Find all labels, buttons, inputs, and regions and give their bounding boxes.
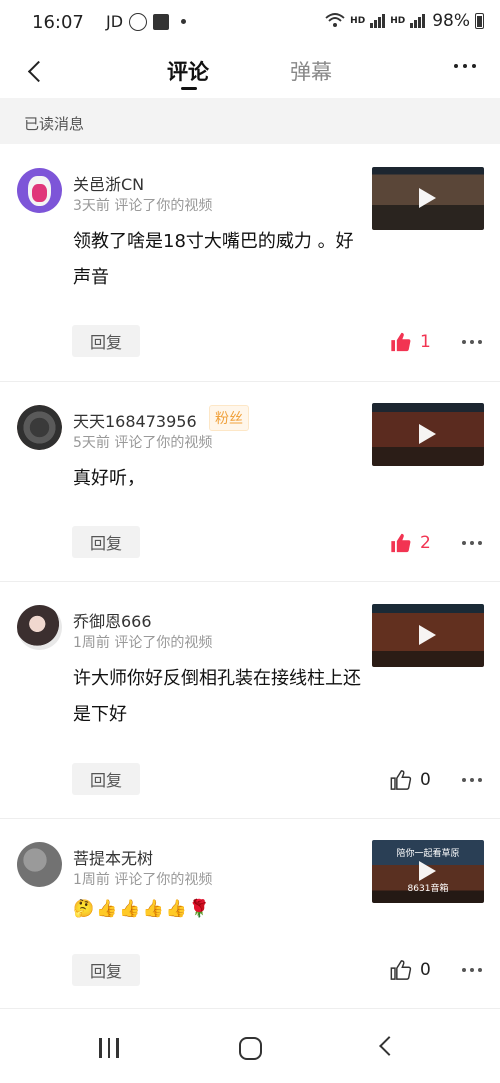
avatar[interactable]: [17, 168, 62, 213]
thumbnail-caption-2: 8631音箱: [407, 884, 449, 894]
hd-label-1: HD: [350, 16, 366, 26]
like-count: 0: [420, 770, 431, 790]
reply-button[interactable]: 回复: [72, 954, 140, 986]
status-bar: 16:07 JD HD HD 98%: [0, 0, 500, 46]
like-count: 2: [420, 533, 431, 553]
system-back-button[interactable]: [379, 1036, 399, 1056]
status-left-icons: JD: [106, 12, 187, 31]
hd-label-2: HD: [390, 16, 406, 26]
comment-card: 天天168473956 粉丝 5天前 评论了你的视频 真好听， 回复 2: [0, 382, 500, 582]
fan-badge: 粉丝: [209, 405, 249, 431]
carrier-label: JD: [106, 12, 124, 31]
video-thumbnail[interactable]: 陪你一起看草原 8631音箱: [372, 840, 484, 903]
comment-text: 领教了啥是18寸大嘴巴的威力 。好声音: [73, 231, 354, 288]
thumbs-up-outline-icon: [390, 960, 412, 980]
more-options-button[interactable]: [454, 64, 476, 68]
video-thumbnail[interactable]: [372, 167, 484, 230]
comment-text: 真好听，: [73, 468, 145, 489]
thumbnail-caption: 陪你一起看草原: [396, 849, 460, 859]
thumbs-up-filled-icon: [391, 332, 411, 352]
reply-button[interactable]: 回复: [72, 325, 140, 357]
comment-card: 菩提本无树 1周前 评论了你的视频 🤔👍👍👍👍🌹 陪你一起看草原 8631音箱 …: [0, 819, 500, 1009]
top-nav: 评论 弹幕: [0, 46, 500, 98]
video-thumbnail[interactable]: [372, 604, 484, 667]
like-count: 1: [420, 332, 431, 352]
comment-card: 乔御恩666 1周前 评论了你的视频 许大师你好反倒相孔装在接线柱上还是下好 回…: [0, 582, 500, 819]
status-time: 16:07: [32, 12, 84, 33]
system-nav-bar: [0, 1010, 500, 1083]
read-messages-banner: 已读消息: [0, 98, 500, 144]
avatar[interactable]: [17, 605, 62, 650]
notification-icon: [153, 13, 170, 30]
battery-percent: 98%: [432, 11, 470, 31]
back-button[interactable]: [22, 56, 52, 86]
play-icon: [419, 424, 436, 444]
play-icon: [419, 861, 436, 881]
recent-apps-button[interactable]: [99, 1038, 119, 1058]
play-icon: [419, 625, 436, 645]
comment-meta: 3天前 评论了你的视频: [73, 198, 213, 214]
user-name[interactable]: 菩提本无树: [73, 845, 153, 869]
comment-more-button[interactable]: [462, 340, 482, 344]
battery-icon: [475, 13, 484, 29]
comment-card: 关邑浙CN 3天前 评论了你的视频 领教了啥是18寸大嘴巴的威力 。好声音 回复…: [0, 145, 500, 382]
like-count: 0: [420, 960, 431, 980]
comment-more-button[interactable]: [462, 778, 482, 782]
comment-more-button[interactable]: [462, 968, 482, 972]
comment-more-button[interactable]: [462, 541, 482, 545]
jdm-icon: [129, 12, 148, 31]
tab-danmaku[interactable]: 弹幕: [290, 56, 332, 86]
user-name[interactable]: 天天168473956: [73, 408, 197, 432]
comment-emoji: 🤔👍👍👍👍🌹: [73, 899, 213, 919]
tab-active-indicator: [181, 87, 197, 90]
reply-button[interactable]: 回复: [72, 526, 140, 558]
home-button[interactable]: [239, 1037, 262, 1060]
video-thumbnail[interactable]: [372, 403, 484, 466]
user-name[interactable]: 关邑浙CN: [73, 171, 144, 195]
avatar[interactable]: [17, 842, 62, 887]
tab-comments[interactable]: 评论: [167, 56, 209, 86]
read-messages-label: 已读消息: [24, 115, 85, 133]
comment-meta: 1周前 评论了你的视频: [73, 635, 213, 651]
avatar[interactable]: [17, 405, 62, 450]
wifi-icon: [325, 12, 345, 31]
signal-4g-icon: [410, 14, 426, 28]
comment-meta: 5天前 评论了你的视频: [73, 435, 213, 451]
thumbs-up-filled-icon: [391, 533, 411, 553]
comment-meta: 1周前 评论了你的视频: [73, 872, 213, 888]
comment-text: 许大师你好反倒相孔装在接线柱上还是下好: [73, 668, 361, 725]
play-icon: [419, 188, 436, 208]
status-right: HD HD 98%: [325, 11, 484, 31]
thumbs-up-outline-icon: [390, 770, 412, 790]
user-name[interactable]: 乔御恩666: [73, 608, 152, 632]
reply-button[interactable]: 回复: [72, 763, 140, 795]
signal-5g-icon: [370, 14, 386, 28]
more-notifications-dot-icon: [181, 19, 187, 24]
